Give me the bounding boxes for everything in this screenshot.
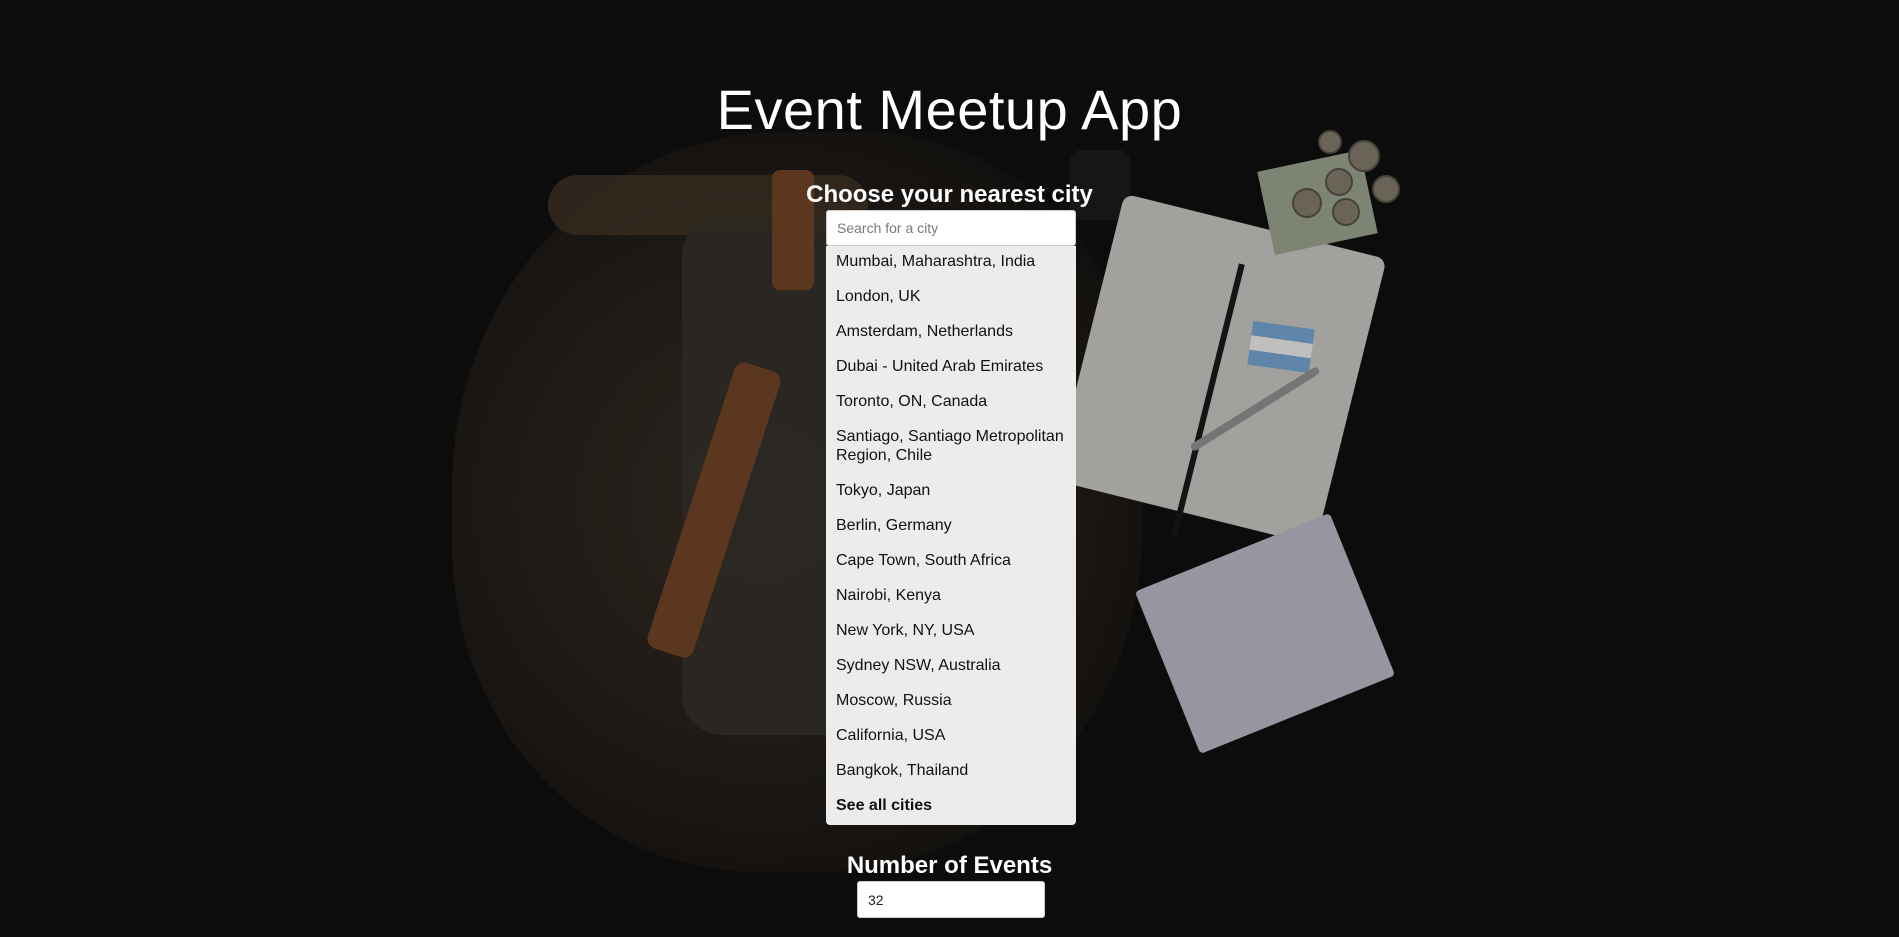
city-search-input[interactable]: [826, 210, 1076, 246]
city-suggestion-item[interactable]: Berlin, Germany: [826, 510, 1076, 545]
city-suggestion-item[interactable]: Moscow, Russia: [826, 685, 1076, 720]
city-suggestion-list: Mumbai, Maharashtra, India London, UK Am…: [826, 246, 1076, 825]
city-suggestion-item[interactable]: California, USA: [826, 720, 1076, 755]
city-suggestion-item[interactable]: New York, NY, USA: [826, 615, 1076, 650]
city-suggestion-item[interactable]: Santiago, Santiago Metropolitan Region, …: [826, 421, 1076, 475]
number-of-events-input[interactable]: 32: [857, 881, 1045, 918]
city-search-label: Choose your nearest city: [806, 181, 1093, 208]
number-of-events-value: 32: [868, 891, 884, 908]
city-suggestion-item[interactable]: Mumbai, Maharashtra, India: [826, 246, 1076, 281]
city-suggestion-item[interactable]: Bangkok, Thailand: [826, 755, 1076, 790]
city-suggestion-item[interactable]: Sydney NSW, Australia: [826, 650, 1076, 685]
city-suggestion-item[interactable]: Dubai - United Arab Emirates: [826, 351, 1076, 386]
city-suggestion-item[interactable]: London, UK: [826, 281, 1076, 316]
city-suggestion-item[interactable]: Toronto, ON, Canada: [826, 386, 1076, 421]
number-of-events-label: Number of Events: [846, 852, 1053, 879]
app-root: Event Meetup App Choose your nearest cit…: [0, 0, 1899, 937]
page-title: Event Meetup App: [716, 78, 1183, 141]
city-suggestion-item[interactable]: Tokyo, Japan: [826, 475, 1076, 510]
city-suggestion-item[interactable]: Cape Town, South Africa: [826, 545, 1076, 580]
city-suggestion-item[interactable]: Nairobi, Kenya: [826, 580, 1076, 615]
see-all-cities-link[interactable]: See all cities: [826, 790, 1076, 825]
city-suggestion-item[interactable]: Amsterdam, Netherlands: [826, 316, 1076, 351]
